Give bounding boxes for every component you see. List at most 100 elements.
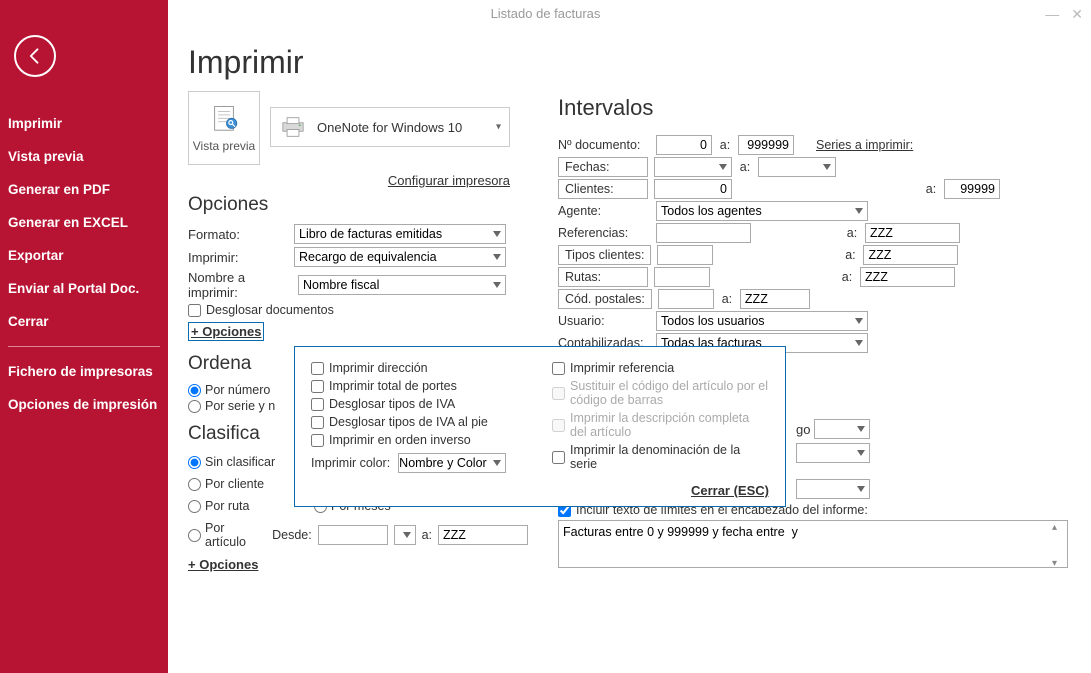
agente-label: Agente: — [558, 204, 650, 218]
orden-serie-radio[interactable] — [188, 400, 201, 413]
clas-sin-radio[interactable] — [188, 456, 201, 469]
hasta-input[interactable] — [438, 525, 528, 545]
orden-numero-label: Por número — [205, 383, 270, 397]
cod-from-input[interactable] — [658, 289, 714, 309]
clas-articulo-radio[interactable] — [188, 529, 201, 542]
chevron-down-icon: ▾ — [496, 122, 501, 133]
popup-chk-denominacion-serie[interactable] — [552, 451, 565, 464]
orden-serie-label: Por serie y n — [205, 399, 275, 413]
sidebar-item-generar-pdf[interactable]: Generar en PDF — [0, 173, 168, 206]
popup-color-label: Imprimir color: — [311, 456, 390, 470]
popup-lbl-descripcion-completa: Imprimir la descripción completa del art… — [570, 411, 769, 439]
ref-to-input[interactable] — [865, 223, 960, 243]
rutas-to-input[interactable] — [860, 267, 955, 287]
sidebar-item-exportar[interactable]: Exportar — [0, 239, 168, 272]
tipos-to-input[interactable] — [863, 245, 958, 265]
popup-chk-desglosar-iva-pie[interactable] — [311, 416, 324, 429]
popup-chk-desglosar-iva[interactable] — [311, 398, 324, 411]
popup-chk-orden-inverso[interactable] — [311, 434, 324, 447]
preview-button[interactable]: Vista previa — [188, 91, 260, 165]
arrow-left-icon — [25, 46, 45, 66]
popup-close-link[interactable]: Cerrar (ESC) — [311, 483, 769, 498]
printer-selector[interactable]: OneNote for Windows 10 ▾ — [270, 107, 510, 147]
obscured-select-2[interactable] — [796, 443, 870, 463]
printer-icon — [279, 116, 307, 138]
imprimir-type-label: Imprimir: — [188, 250, 288, 265]
sidebar-item-enviar-portal[interactable]: Enviar al Portal Doc. — [0, 272, 168, 305]
series-link[interactable]: Series a imprimir: — [816, 138, 913, 152]
encabezado-textarea[interactable] — [558, 520, 1068, 568]
tipos-clientes-button[interactable]: Tipos clientes: — [558, 245, 651, 265]
opciones-popup: Imprimir dirección Imprimir total de por… — [294, 346, 786, 507]
rutas-from-input[interactable] — [654, 267, 710, 287]
sidebar-item-fichero-impresoras[interactable]: Fichero de impresoras — [0, 355, 168, 388]
doc-from-input[interactable] — [656, 135, 712, 155]
desde-input[interactable] — [318, 525, 388, 545]
desglosar-documentos-checkbox[interactable] — [188, 304, 201, 317]
clasificacion-expand-link[interactable]: + Opciones — [188, 557, 258, 572]
popup-lbl-desglosar-iva: Desglosar tipos de IVA — [329, 397, 455, 411]
configure-printer-link[interactable]: Configurar impresora — [388, 173, 510, 188]
clas-cliente-radio[interactable] — [188, 478, 201, 491]
sidebar-item-vista-previa[interactable]: Vista previa — [0, 140, 168, 173]
agente-select[interactable]: Todos los agentes — [656, 201, 868, 221]
cod-postales-button[interactable]: Cód. postales: — [558, 289, 652, 309]
sidebar-item-opciones-impresion[interactable]: Opciones de impresión — [0, 388, 168, 421]
clas-sin-label: Sin clasificar — [205, 455, 275, 469]
clas-ruta-radio[interactable] — [188, 500, 201, 513]
fechas-button[interactable]: Fechas: — [558, 157, 648, 177]
clas-ruta-label: Por ruta — [205, 499, 249, 513]
cod-a-label: a: — [720, 292, 734, 306]
imprimir-type-select[interactable]: Recargo de equivalencia — [294, 247, 506, 267]
doc-label: Nº documento: — [558, 138, 650, 152]
printer-name: OneNote for Windows 10 — [317, 120, 462, 135]
nombre-label: Nombre a imprimir: — [188, 270, 292, 300]
obscured-select-3[interactable] — [796, 479, 870, 499]
popup-chk-total-portes[interactable] — [311, 380, 324, 393]
opciones-expand-link[interactable]: + Opciones — [188, 322, 264, 341]
popup-chk-descripcion-completa — [552, 419, 565, 432]
rutas-a-label: a: — [840, 270, 854, 284]
desde-select[interactable] — [394, 525, 416, 545]
opciones-heading: Opciones — [188, 194, 528, 216]
doc-to-input[interactable] — [738, 135, 794, 155]
ref-a-label: a: — [845, 226, 859, 240]
popup-chk-direccion[interactable] — [311, 362, 324, 375]
obscured-select-1[interactable] — [814, 419, 870, 439]
popup-chk-sustituir-codigo — [552, 387, 565, 400]
clientes-to-input[interactable] — [944, 179, 1000, 199]
orden-numero-radio[interactable] — [188, 384, 201, 397]
sidebar-item-generar-excel[interactable]: Generar en EXCEL — [0, 206, 168, 239]
cod-to-input[interactable] — [740, 289, 810, 309]
rutas-button[interactable]: Rutas: — [558, 267, 648, 287]
doc-a-label: a: — [718, 138, 732, 152]
formato-select[interactable]: Libro de facturas emitidas — [294, 224, 506, 244]
fechas-from-select[interactable] — [654, 157, 732, 177]
usuario-select[interactable]: Todos los usuarios — [656, 311, 868, 331]
clientes-button[interactable]: Clientes: — [558, 179, 648, 199]
clientes-from-input[interactable] — [654, 179, 732, 199]
preview-button-label: Vista previa — [193, 139, 255, 153]
referencias-label: Referencias: — [558, 226, 650, 240]
clas-cliente-label: Por cliente — [205, 477, 264, 491]
tipos-from-input[interactable] — [657, 245, 713, 265]
sidebar-item-imprimir[interactable]: Imprimir — [0, 107, 168, 140]
popup-lbl-denominacion-serie: Imprimir la denominación de la serie — [570, 443, 769, 471]
intervalos-heading: Intervalos — [558, 95, 1068, 121]
popup-color-select[interactable]: Nombre y Color — [398, 453, 506, 473]
clas-articulo-label: Por artículo — [205, 521, 266, 549]
page-title: Imprimir — [188, 44, 1068, 81]
popup-lbl-desglosar-iva-pie: Desglosar tipos de IVA al pie — [329, 415, 488, 429]
close-icon[interactable]: ✕ — [1071, 6, 1083, 23]
textarea-scrollbar[interactable]: ▴▾ — [1052, 522, 1066, 569]
nombre-select[interactable]: Nombre fiscal — [298, 275, 506, 295]
sidebar-item-cerrar[interactable]: Cerrar — [0, 305, 168, 338]
fechas-to-select[interactable] — [758, 157, 836, 177]
popup-lbl-direccion: Imprimir dirección — [329, 361, 428, 375]
formato-label: Formato: — [188, 227, 288, 242]
minimize-icon[interactable]: — — [1045, 6, 1059, 23]
back-button[interactable] — [14, 35, 56, 77]
popup-chk-referencia[interactable] — [552, 362, 565, 375]
desde-label: Desde: — [272, 528, 312, 542]
ref-from-input[interactable] — [656, 223, 751, 243]
